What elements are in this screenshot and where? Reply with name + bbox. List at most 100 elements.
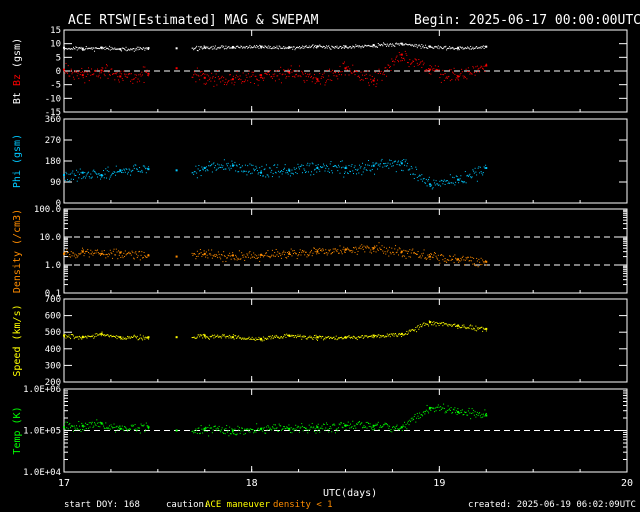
data-point: [230, 167, 232, 169]
data-point: [243, 433, 245, 435]
data-point: [408, 424, 410, 426]
data-point: [429, 258, 431, 260]
data-point: [326, 165, 328, 167]
data-point: [145, 168, 147, 170]
data-point: [423, 62, 425, 64]
data-point: [211, 77, 213, 79]
data-point: [100, 46, 102, 48]
data-point: [236, 259, 238, 261]
data-point: [472, 46, 474, 48]
data-point: [351, 252, 353, 254]
data-point: [139, 80, 141, 82]
data-point: [432, 257, 434, 259]
data-point: [337, 338, 339, 340]
data-point: [103, 170, 105, 172]
data-point: [107, 47, 109, 49]
data-point: [343, 176, 345, 178]
data-point: [267, 338, 269, 340]
data-point: [389, 67, 391, 69]
data-point: [315, 432, 317, 434]
data-point: [91, 68, 93, 70]
data-point: [479, 415, 481, 417]
data-point: [220, 336, 222, 338]
data-point: [368, 84, 370, 86]
data-point: [283, 250, 285, 252]
data-point: [122, 428, 124, 430]
data-point: [368, 247, 370, 249]
data-point: [298, 254, 300, 256]
data-point: [479, 172, 481, 174]
data-point: [462, 255, 464, 257]
data-point: [335, 46, 337, 48]
data-point: [130, 174, 132, 176]
data-point: [302, 335, 304, 337]
data-point: [207, 170, 209, 172]
data-point: [65, 337, 67, 339]
data-point: [218, 46, 220, 48]
data-point: [282, 337, 284, 339]
data-point: [477, 415, 479, 417]
data-point: [301, 172, 303, 174]
data-point: [279, 73, 281, 75]
series-speed: [63, 320, 488, 342]
data-point: [277, 430, 279, 432]
data-point: [144, 49, 146, 51]
data-point: [80, 337, 82, 339]
data-point: [441, 73, 443, 75]
data-point: [324, 47, 326, 49]
data-point: [268, 45, 270, 47]
data-point: [205, 251, 207, 253]
data-point: [254, 429, 256, 431]
data-point: [208, 161, 210, 163]
y-axis-label: Speed (km/s): [12, 304, 23, 376]
data-point: [106, 65, 108, 67]
data-point: [358, 172, 360, 174]
data-point: [359, 245, 361, 247]
data-point: [65, 253, 67, 255]
data-point: [368, 82, 370, 84]
data-point: [482, 46, 484, 48]
data-point: [275, 70, 277, 72]
data-point: [80, 71, 82, 73]
data-point: [485, 46, 487, 48]
data-point: [467, 175, 469, 177]
data-point: [263, 427, 265, 429]
data-point: [485, 63, 487, 65]
data-point: [289, 170, 291, 172]
data-point: [141, 71, 143, 73]
data-point: [278, 78, 280, 80]
data-point: [136, 335, 138, 337]
data-point: [259, 74, 261, 76]
data-point: [340, 422, 342, 424]
data-point: [430, 73, 432, 75]
data-point: [74, 427, 76, 429]
data-point: [229, 426, 231, 428]
data-point: [205, 170, 207, 172]
data-point: [345, 247, 347, 249]
data-point: [359, 167, 361, 169]
data-point: [348, 165, 350, 167]
y-axis-label: Phi (gsm): [12, 134, 23, 188]
data-point: [217, 76, 219, 78]
data-point: [298, 166, 300, 168]
data-point: [371, 335, 373, 337]
data-point: [336, 428, 338, 430]
data-point: [376, 424, 378, 426]
data-point: [384, 165, 386, 167]
data-point: [434, 252, 436, 254]
data-point: [269, 257, 271, 259]
data-point: [205, 82, 207, 84]
data-point: [257, 46, 259, 48]
data-point: [298, 426, 300, 428]
data-point: [277, 336, 279, 338]
data-point: [232, 75, 234, 77]
data-point: [146, 69, 148, 71]
data-point: [288, 334, 290, 336]
data-point: [142, 335, 144, 337]
data-point: [325, 252, 327, 254]
data-point: [94, 70, 96, 72]
data-point: [253, 170, 255, 172]
data-point: [305, 251, 307, 253]
data-point: [118, 250, 120, 252]
data-point: [107, 334, 109, 336]
